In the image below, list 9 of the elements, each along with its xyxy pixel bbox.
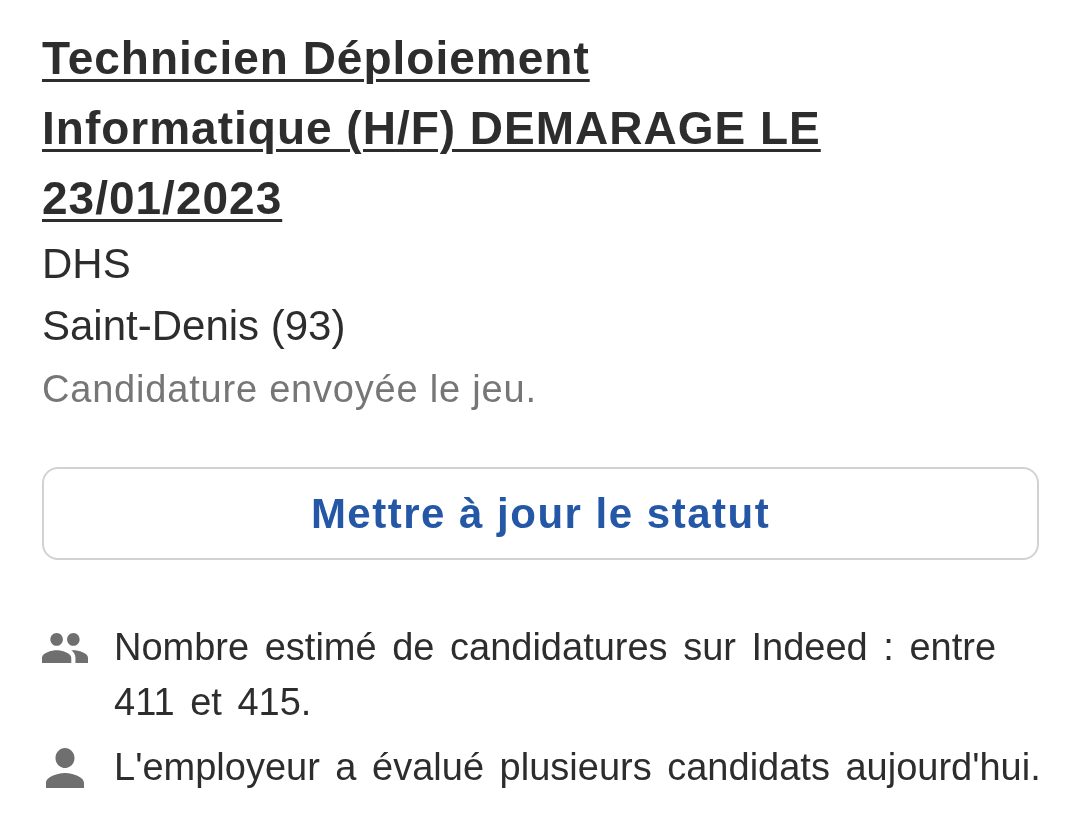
update-status-button[interactable]: Mettre à jour le statut	[42, 467, 1039, 560]
person-icon	[46, 747, 84, 788]
job-title-link[interactable]: Technicien Déploiement Informatique (H/F) DEMARAGE LE 23/01/2023	[42, 23, 872, 233]
insight-text: Nombre estimé de candidatures sur Indeed : entre 411 et 415.	[114, 625, 998, 725]
insight-text: L'employeur a évalué plusieurs candidats aujourd'hui.	[114, 745, 1042, 790]
people-icon	[42, 632, 88, 663]
job-location: Saint-Denis (93)	[42, 301, 346, 351]
application-status: Candidature envoyée le jeu.	[42, 367, 537, 412]
company-name: DHS	[42, 239, 131, 289]
